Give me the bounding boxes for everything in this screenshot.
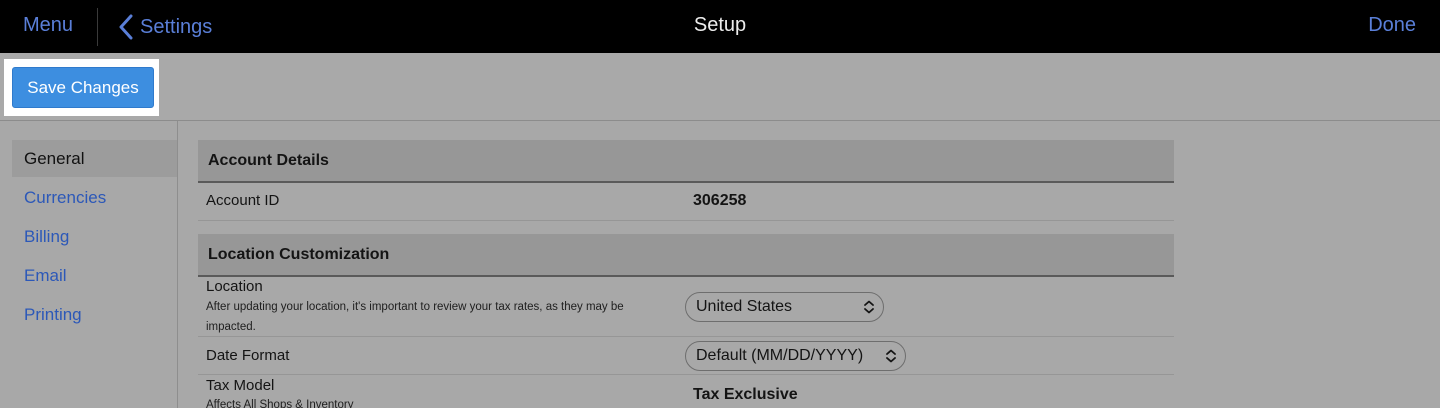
account-id-row: Account ID 306258 — [198, 183, 1174, 221]
page-title: Setup — [693, 14, 747, 36]
location-description: After updating your location, it's impor… — [206, 301, 624, 333]
sidebar-item-billing[interactable]: Billing — [12, 218, 177, 255]
date-format-select[interactable]: Default (MM/DD/YYYY) — [685, 341, 906, 371]
date-format-label: Date Format — [206, 347, 290, 364]
tax-model-label: Tax Model — [206, 377, 275, 394]
date-format-row: Date Format Default (MM/DD/YYYY) — [198, 337, 1174, 375]
chevron-up-down-icon — [864, 300, 874, 314]
location-label: Location — [206, 278, 263, 295]
save-changes-button[interactable]: Save Changes — [12, 67, 154, 108]
tax-model-row: Tax Model Affects All Shops & Inventory … — [198, 375, 1174, 408]
location-row: Location After updating your location, i… — [198, 277, 1174, 337]
sidebar-item-email[interactable]: Email — [12, 257, 177, 294]
sidebar-item-printing[interactable]: Printing — [12, 296, 177, 333]
tax-model-value: Tax Exclusive — [693, 386, 798, 403]
location-select-value: United States — [696, 298, 793, 315]
settings-main-panel: Account Details Account ID 306258 Locati… — [198, 140, 1174, 408]
location-select[interactable]: United States — [685, 292, 884, 322]
account-id-value: 306258 — [693, 192, 747, 209]
account-details-header: Account Details — [198, 140, 1174, 183]
save-button-highlight: Save Changes — [4, 59, 159, 116]
date-format-select-value: Default (MM/DD/YYYY) — [696, 347, 864, 364]
settings-sidebar: General Currencies Billing Email Printin… — [0, 121, 178, 408]
sidebar-item-currencies[interactable]: Currencies — [12, 179, 177, 216]
top-navigation-bar: Menu Settings Setup Done — [0, 0, 1440, 53]
tax-model-description: Affects All Shops & Inventory — [206, 399, 354, 408]
location-customization-header: Location Customization — [198, 234, 1174, 277]
done-button[interactable]: Done — [1368, 14, 1416, 37]
account-id-label: Account ID — [206, 192, 280, 209]
toolbar: Save Changes — [0, 53, 1440, 121]
chevron-up-down-icon — [886, 349, 896, 363]
sidebar-item-general[interactable]: General — [12, 140, 177, 177]
